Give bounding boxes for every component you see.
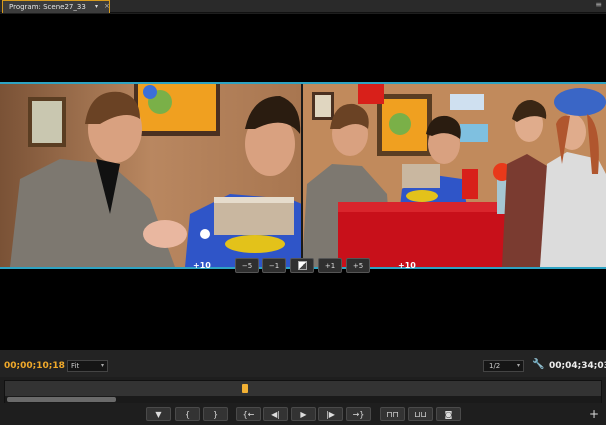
transport-controls: ▼ { } {← ◀| ▶ |▶ →} ⊓⊓ ⊔⊔ ◙ + — [0, 404, 606, 425]
chevron-down-icon: ▾ — [100, 362, 104, 369]
trim-forward-five-button[interactable]: +5 — [346, 258, 370, 273]
edit-point[interactable] — [301, 84, 303, 267]
duration-timecode: 00;04;34;03 — [549, 361, 606, 371]
marker-icon: ▼ — [155, 409, 162, 419]
mark-in-icon: { — [184, 409, 191, 419]
playhead-timecode[interactable]: 00;00;10;18 — [4, 361, 65, 371]
export-frame-button[interactable]: ◙ — [436, 407, 461, 421]
trim-back-one-button[interactable]: −1 — [262, 258, 286, 273]
chevron-down-icon: ▾ — [516, 362, 520, 369]
go-to-out-icon: →} — [352, 409, 365, 419]
transition-icon — [297, 261, 307, 270]
outgoing-trim-offset: +10 — [193, 261, 211, 270]
mark-in-button[interactable]: { — [175, 407, 200, 421]
lift-icon: ⊓⊓ — [386, 409, 399, 419]
playhead-handle[interactable] — [242, 384, 248, 393]
zoom-value: Fit — [71, 362, 80, 370]
tab-menu-icon[interactable]: ▾ — [95, 3, 98, 10]
mini-timeline[interactable] — [4, 380, 602, 403]
add-marker-button[interactable]: ▼ — [146, 407, 171, 421]
mark-out-button[interactable]: } — [203, 407, 228, 421]
zoom-scrollbar[interactable] — [5, 396, 601, 403]
lift-button[interactable]: ⊓⊓ — [380, 407, 405, 421]
incoming-clip-frame — [302, 84, 606, 267]
play-icon: ▶ — [300, 409, 307, 419]
close-icon[interactable]: × — [104, 2, 110, 10]
playback-resolution-select[interactable]: 1/2 ▾ — [483, 360, 524, 372]
panel-menu-icon[interactable]: ≡ — [595, 0, 602, 9]
apply-default-transition-button[interactable] — [290, 258, 314, 273]
button-editor-plus-icon[interactable]: + — [589, 407, 599, 421]
zoom-select[interactable]: Fit ▾ — [67, 360, 108, 372]
mark-out-icon: } — [212, 409, 219, 419]
time-ruler[interactable] — [5, 381, 601, 396]
extract-icon: ⊔⊔ — [414, 409, 427, 419]
step-back-icon: ◀| — [271, 409, 280, 419]
play-button[interactable]: ▶ — [291, 407, 316, 421]
step-forward-button[interactable]: |▶ — [318, 407, 343, 421]
trim-back-five-button[interactable]: −5 — [235, 258, 259, 273]
step-back-button[interactable]: ◀| — [263, 407, 288, 421]
incoming-trim-offset: +10 — [398, 261, 416, 270]
camera-icon: ◙ — [444, 409, 453, 419]
trim-controls: +10 −5 −1 +1 +5 +10 — [0, 258, 606, 274]
panel-tab-bar: Program: Scene27_33 ▾ × ≡ — [0, 0, 606, 13]
go-to-out-button[interactable]: →} — [346, 407, 371, 421]
program-monitor: +10 −5 −1 +1 +5 +10 — [0, 14, 606, 350]
resolution-value: 1/2 — [489, 362, 501, 370]
go-to-in-button[interactable]: {← — [236, 407, 261, 421]
trim-mode-preview — [0, 82, 606, 269]
zoom-scrollbar-thumb[interactable] — [7, 397, 116, 402]
monitor-status-bar: 00;00;10;18 Fit ▾ 1/2 ▾ 🔧 00;04;34;03 — [0, 350, 606, 377]
extract-button[interactable]: ⊔⊔ — [408, 407, 433, 421]
tab-program-monitor[interactable]: Program: Scene27_33 ▾ × — [2, 0, 110, 13]
outgoing-clip-frame — [0, 84, 302, 267]
trim-forward-one-button[interactable]: +1 — [318, 258, 342, 273]
tab-label: Program: Scene27_33 — [9, 3, 86, 11]
settings-wrench-icon[interactable]: 🔧 — [532, 359, 544, 370]
step-forward-icon: |▶ — [326, 409, 335, 419]
go-to-in-icon: {← — [242, 409, 255, 419]
